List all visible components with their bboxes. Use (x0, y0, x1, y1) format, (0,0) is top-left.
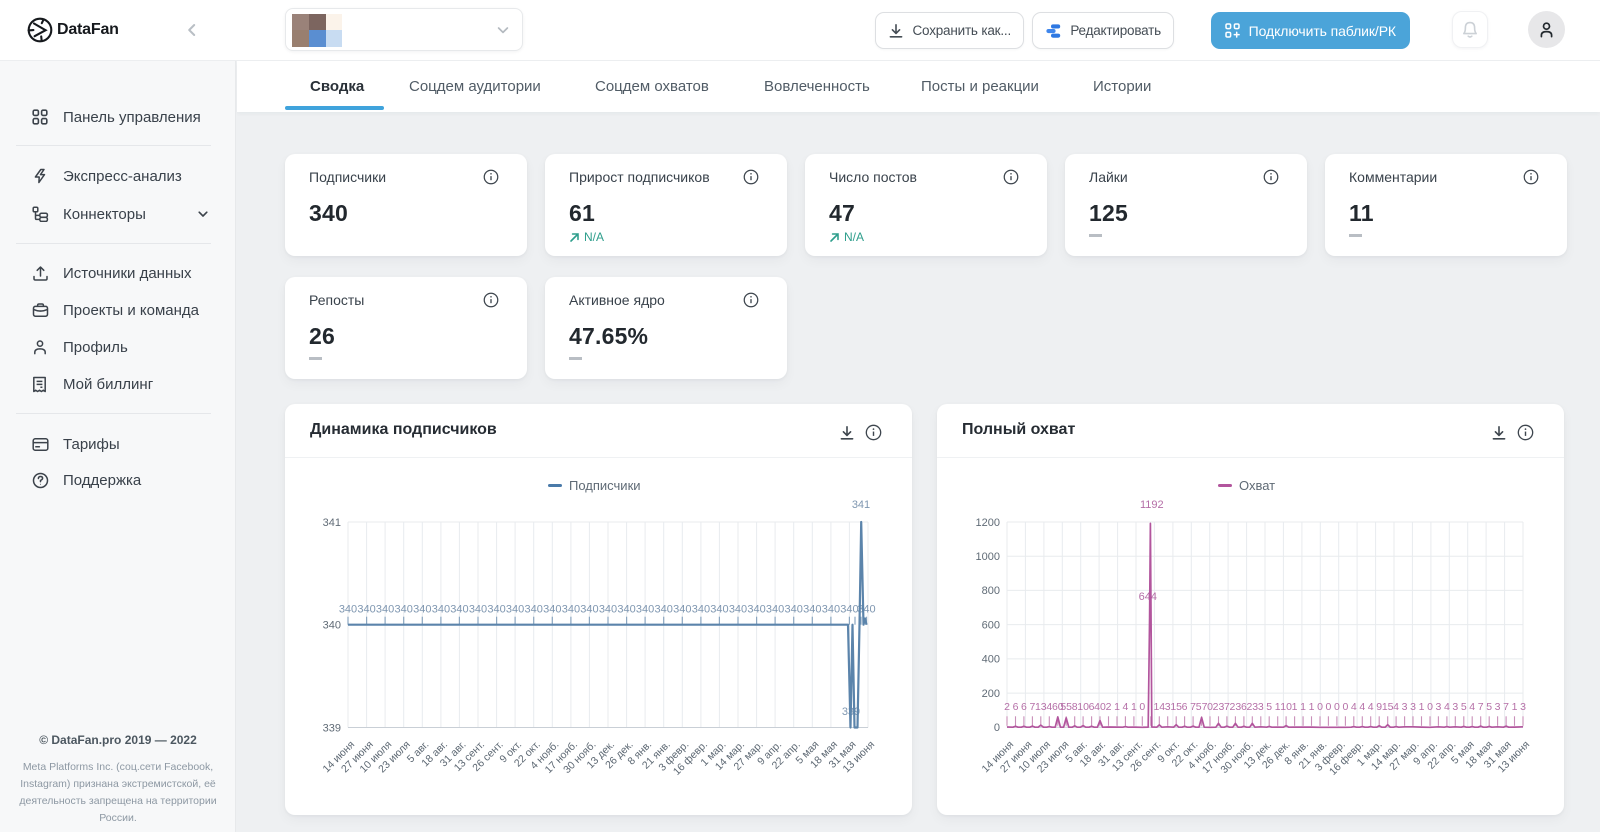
svg-text:339: 339 (323, 722, 341, 734)
svg-text:57: 57 (1196, 701, 1208, 713)
svg-text:3: 3 (1495, 701, 1501, 713)
svg-text:3: 3 (1402, 701, 1408, 713)
svg-text:340: 340 (357, 604, 375, 616)
svg-text:6: 6 (1021, 701, 1027, 713)
svg-text:23: 23 (1230, 701, 1242, 713)
svg-text:0: 0 (1334, 701, 1340, 713)
svg-text:6: 6 (1182, 701, 1188, 713)
svg-text:0: 0 (1342, 701, 1348, 713)
svg-text:340: 340 (543, 604, 561, 616)
svg-text:23: 23 (1213, 701, 1225, 713)
svg-text:1: 1 (1114, 701, 1120, 713)
svg-text:3: 3 (1452, 701, 1458, 713)
svg-text:340: 340 (487, 604, 505, 616)
svg-text:340: 340 (413, 604, 431, 616)
svg-text:0: 0 (1427, 701, 1433, 713)
svg-text:10: 10 (1077, 701, 1089, 713)
svg-text:341: 341 (852, 499, 870, 511)
svg-text:3: 3 (1520, 701, 1526, 713)
svg-text:4: 4 (1393, 701, 1399, 713)
svg-text:7: 7 (1478, 701, 1484, 713)
svg-text:2: 2 (1106, 701, 1112, 713)
svg-text:13: 13 (1035, 701, 1047, 713)
svg-text:15: 15 (1170, 701, 1182, 713)
svg-text:200: 200 (982, 688, 1000, 700)
svg-text:10: 10 (1280, 701, 1292, 713)
svg-text:6: 6 (1013, 701, 1019, 713)
svg-text:400: 400 (982, 654, 1000, 666)
svg-text:340: 340 (692, 604, 710, 616)
svg-text:3: 3 (1410, 701, 1416, 713)
svg-text:340: 340 (655, 604, 673, 616)
svg-text:1: 1 (1292, 701, 1298, 713)
svg-text:340: 340 (785, 604, 803, 616)
svg-text:4: 4 (1122, 701, 1128, 713)
svg-text:1: 1 (1131, 701, 1137, 713)
svg-text:340: 340 (450, 604, 468, 616)
svg-text:340: 340 (747, 604, 765, 616)
svg-text:5: 5 (1461, 701, 1467, 713)
svg-text:4: 4 (1351, 701, 1357, 713)
svg-text:340: 340 (562, 604, 580, 616)
svg-text:23: 23 (1246, 701, 1258, 713)
svg-text:4: 4 (1368, 701, 1374, 713)
svg-text:340: 340 (803, 604, 821, 616)
svg-text:600: 600 (982, 619, 1000, 631)
svg-text:340: 340 (822, 604, 840, 616)
svg-text:340: 340 (729, 604, 747, 616)
svg-text:340: 340 (673, 604, 691, 616)
svg-text:0: 0 (1317, 701, 1323, 713)
svg-text:0: 0 (1325, 701, 1331, 713)
svg-text:340: 340 (469, 604, 487, 616)
svg-text:0: 0 (1139, 701, 1145, 713)
svg-text:340: 340 (580, 604, 598, 616)
svg-text:340: 340 (376, 604, 394, 616)
svg-text:4: 4 (1444, 701, 1450, 713)
svg-text:340: 340 (766, 604, 784, 616)
svg-text:340: 340 (506, 604, 524, 616)
svg-text:1: 1 (1419, 701, 1425, 713)
svg-text:340: 340 (636, 604, 654, 616)
svg-text:5: 5 (1266, 701, 1272, 713)
svg-text:340: 340 (710, 604, 728, 616)
svg-text:7: 7 (1503, 701, 1509, 713)
svg-text:644: 644 (1139, 591, 1157, 603)
svg-text:15: 15 (1382, 701, 1394, 713)
svg-text:800: 800 (982, 585, 1000, 597)
svg-text:3: 3 (1435, 701, 1441, 713)
svg-text:1: 1 (1512, 701, 1518, 713)
svg-text:3: 3 (1258, 701, 1264, 713)
svg-text:1: 1 (1309, 701, 1315, 713)
svg-text:1000: 1000 (976, 551, 1000, 563)
svg-text:0: 0 (994, 722, 1000, 734)
svg-text:340: 340 (323, 620, 341, 632)
svg-text:40: 40 (1094, 701, 1106, 713)
svg-text:4: 4 (1469, 701, 1475, 713)
svg-text:1200: 1200 (976, 517, 1000, 529)
svg-text:340: 340 (432, 604, 450, 616)
svg-text:340: 340 (840, 604, 858, 616)
svg-text:4: 4 (1359, 701, 1365, 713)
svg-text:2: 2 (1004, 701, 1010, 713)
svg-text:14: 14 (1153, 701, 1165, 713)
svg-text:340: 340 (617, 604, 635, 616)
svg-text:340: 340 (339, 604, 357, 616)
svg-text:1: 1 (1300, 701, 1306, 713)
svg-text:340: 340 (599, 604, 617, 616)
svg-text:340: 340 (395, 604, 413, 616)
svg-text:341: 341 (323, 517, 341, 529)
svg-text:1192: 1192 (1140, 499, 1164, 511)
svg-text:340: 340 (525, 604, 543, 616)
svg-text:5: 5 (1486, 701, 1492, 713)
svg-text:55: 55 (1060, 701, 1072, 713)
